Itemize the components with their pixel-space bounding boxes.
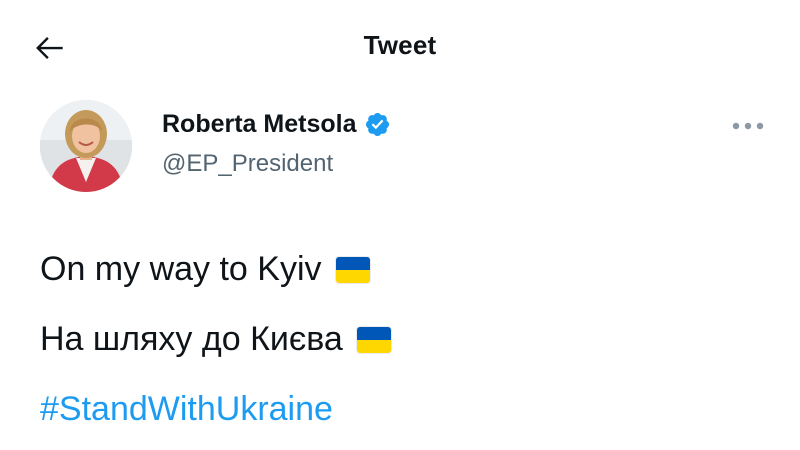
tweet-text: На шляху до Києва (40, 320, 343, 358)
tweet-text: On my way to Kyiv (40, 250, 322, 288)
avatar[interactable] (40, 100, 132, 192)
tweet-text-line-1: On my way to Kyiv (40, 250, 370, 289)
ukraine-flag-icon (335, 256, 370, 283)
tweet-text-line-2: На шляху до Києва (40, 320, 391, 359)
profile-photo (40, 100, 132, 192)
top-bar: Tweet (0, 0, 800, 92)
more-options-button[interactable] (726, 112, 770, 140)
more-horizontal-icon (732, 122, 764, 130)
author-name[interactable]: Roberta Metsola (162, 110, 391, 139)
tweet-page: Tweet Roberta Metsola @EP_President On m… (0, 0, 800, 450)
hashtag-link[interactable]: #StandWithUkraine (40, 390, 333, 429)
author-name-text: Roberta Metsola (162, 110, 357, 138)
author-handle[interactable]: @EP_President (162, 150, 333, 178)
ukraine-flag-icon (356, 326, 391, 353)
page-title: Tweet (363, 30, 437, 60)
verified-badge-icon (364, 111, 391, 138)
